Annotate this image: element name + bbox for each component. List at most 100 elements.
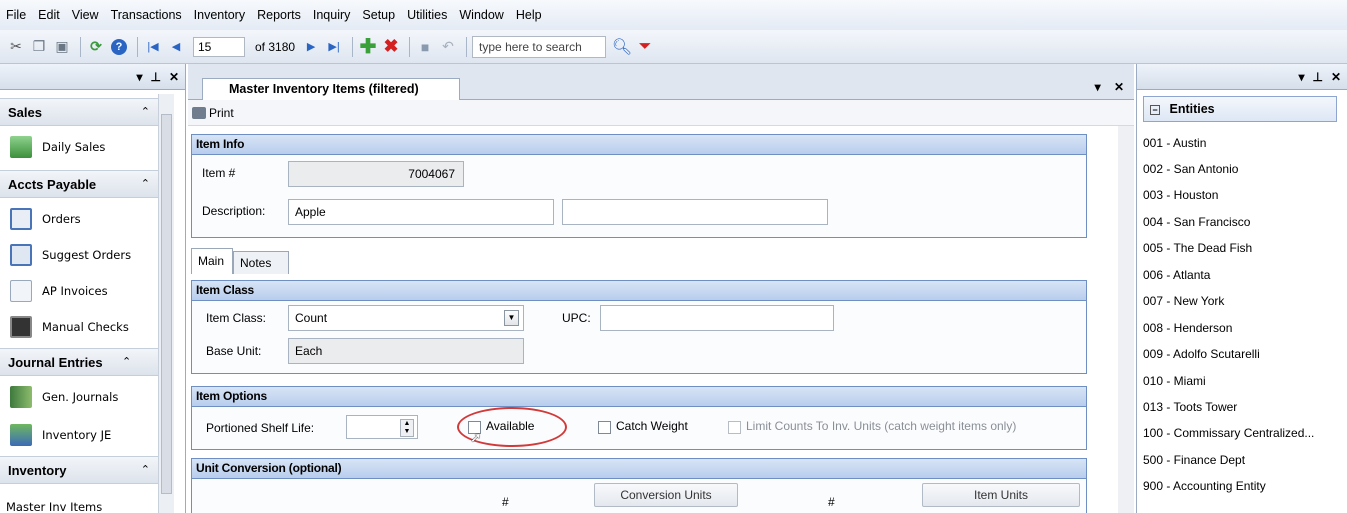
entity-item[interactable]: 002 - San Antonio — [1143, 162, 1339, 176]
entity-item[interactable]: 006 - Atlanta — [1143, 268, 1339, 282]
item-class-select[interactable]: Count ▼ — [288, 305, 524, 331]
nav-group-journal-entries[interactable]: Journal Entries ⌃ — [0, 348, 158, 376]
collapse-icon[interactable]: − — [1150, 104, 1160, 115]
menu-setup[interactable]: Setup — [362, 8, 395, 22]
nav-item-daily-sales[interactable]: Daily Sales — [0, 130, 158, 164]
previous-record-icon[interactable]: ◀ — [166, 37, 186, 57]
spinner-arrows-icon[interactable]: ▲ ▼ — [400, 419, 414, 437]
catch-weight-checkbox[interactable] — [598, 421, 611, 434]
search-input[interactable]: type here to search — [472, 35, 607, 58]
ap-invoices-icon — [10, 280, 32, 302]
nav-item-ap-invoices[interactable]: AP Invoices — [0, 274, 158, 308]
menu-utilities[interactable]: Utilities — [407, 8, 447, 22]
entity-item[interactable]: 100 - Commissary Centralized... — [1143, 426, 1339, 440]
delete-icon[interactable]: ✖ — [381, 36, 401, 57]
copy-icon[interactable]: ❐ — [29, 37, 49, 57]
next-record-icon[interactable]: ▶ — [301, 37, 321, 57]
tab-close-icon[interactable]: ✕ — [1114, 80, 1124, 94]
entity-item[interactable]: 009 - Adolfo Scutarelli — [1143, 347, 1339, 361]
menu-reports[interactable]: Reports — [257, 8, 301, 22]
item-class-title: Item Class — [192, 281, 1086, 301]
menu-help[interactable]: Help — [516, 8, 542, 22]
entity-item[interactable]: 001 - Austin — [1143, 136, 1339, 150]
menu-edit[interactable]: Edit — [38, 8, 60, 22]
panel-dropdown-icon[interactable]: ▾ — [136, 70, 142, 84]
chevron-down-icon[interactable]: ▼ — [504, 310, 519, 326]
toolbar-separator — [466, 36, 468, 57]
tab-notes[interactable]: Notes — [233, 251, 289, 274]
undo-icon[interactable]: ↶ — [438, 37, 458, 57]
last-record-icon[interactable]: ▶| — [324, 37, 344, 57]
entity-item[interactable]: 008 - Henderson — [1143, 321, 1339, 335]
entity-item[interactable]: 900 - Accounting Entity — [1143, 479, 1339, 493]
entity-item[interactable]: 007 - New York — [1143, 294, 1339, 308]
tab-dropdown-icon[interactable]: ▾ — [1095, 80, 1101, 94]
nav-item-label: Gen. Journals — [42, 390, 119, 404]
panel-close-icon[interactable]: ✕ — [169, 70, 179, 84]
entity-item[interactable]: 500 - Finance Dept — [1143, 453, 1339, 467]
upc-field[interactable] — [600, 305, 834, 331]
search-icon[interactable]: 🔍︎ — [612, 37, 632, 57]
nav-item-inventory-je[interactable]: Inventory JE — [0, 418, 158, 452]
menu-window[interactable]: Window — [459, 8, 503, 22]
record-number-field[interactable]: 15 — [193, 36, 245, 57]
conversion-units-header[interactable]: Conversion Units — [594, 483, 738, 507]
tab-main[interactable]: Main — [191, 248, 233, 274]
entity-item[interactable]: 004 - San Francisco — [1143, 215, 1339, 229]
panel-dropdown-icon[interactable]: ▾ — [1298, 70, 1304, 84]
item-units-header[interactable]: Item Units — [922, 483, 1080, 507]
collapse-chevron-icon[interactable]: ⌃ — [141, 463, 150, 476]
menu-inventory[interactable]: Inventory — [194, 8, 245, 22]
collapse-chevron-icon[interactable]: ⌃ — [141, 105, 150, 118]
catch-weight-label[interactable]: Catch Weight — [616, 419, 688, 433]
panel-close-icon[interactable]: ✕ — [1331, 70, 1341, 84]
shelf-life-spinner[interactable]: ▲ ▼ — [346, 415, 418, 439]
menu-inquiry[interactable]: Inquiry — [313, 8, 351, 22]
menu-file[interactable]: File — [6, 8, 26, 22]
entity-item[interactable]: 010 - Miami — [1143, 374, 1339, 388]
nav-item-label: Manual Checks — [42, 320, 129, 334]
toolbar-separator — [80, 36, 81, 57]
nav-item-gen-journals[interactable]: Gen. Journals — [0, 380, 158, 414]
add-icon[interactable]: ✚ — [358, 36, 378, 58]
document-scrollbar[interactable] — [1118, 126, 1134, 513]
cut-icon[interactable]: ✂ — [6, 37, 26, 57]
menu-transactions[interactable]: Transactions — [111, 8, 182, 22]
nav-group-sales[interactable]: Sales ⌃ — [0, 98, 158, 126]
panel-pin-icon[interactable]: ⊥ — [150, 70, 160, 84]
entity-item[interactable]: 003 - Houston — [1143, 188, 1339, 202]
save-icon[interactable]: ■ — [415, 37, 435, 57]
help-icon[interactable]: ? — [109, 37, 129, 57]
first-record-icon[interactable]: |◀ — [143, 37, 163, 57]
entities-header[interactable]: − Entities — [1143, 96, 1337, 122]
refresh-icon[interactable]: ⟳ — [86, 37, 106, 57]
tab-master-inventory-items[interactable]: Master Inventory Items (filtered) — [202, 78, 460, 100]
item-number-field[interactable]: 7004067 — [288, 161, 464, 187]
navigation-scrollbar[interactable] — [158, 94, 174, 513]
nav-group-inventory[interactable]: Inventory ⌃ — [0, 456, 158, 484]
base-unit-field[interactable]: Each — [288, 338, 524, 364]
menu-view[interactable]: View — [72, 8, 99, 22]
nav-item-orders[interactable]: Orders — [0, 202, 158, 236]
printer-icon[interactable] — [192, 106, 206, 119]
item-count-header: # — [828, 495, 835, 509]
orders-icon — [10, 208, 32, 230]
nav-group-accts-payable[interactable]: Accts Payable ⌃ — [0, 170, 158, 198]
limit-counts-label: Limit Counts To Inv. Units (catch weight… — [746, 419, 1017, 433]
scrollbar-thumb[interactable] — [161, 114, 172, 494]
collapse-chevron-icon[interactable]: ⌃ — [141, 177, 150, 190]
nav-item-master-inv-items[interactable]: Master Inv Items — [0, 490, 158, 513]
entity-item[interactable]: 013 - Toots Tower — [1143, 400, 1339, 414]
paste-icon[interactable]: ▣ — [52, 37, 72, 57]
description-field[interactable]: Apple — [288, 199, 554, 225]
print-button[interactable]: Print — [209, 106, 234, 120]
description-2-field[interactable] — [562, 199, 828, 225]
nav-item-suggest-orders[interactable]: Suggest Orders — [0, 238, 158, 272]
limit-counts-checkbox[interactable] — [728, 421, 741, 434]
nav-item-manual-checks[interactable]: Manual Checks — [0, 310, 158, 344]
collapse-chevron-icon[interactable]: ⌃ — [122, 355, 131, 368]
entity-item[interactable]: 005 - The Dead Fish — [1143, 241, 1339, 255]
filter-icon[interactable]: ⏷ — [635, 37, 655, 57]
panel-pin-icon[interactable]: ⊥ — [1312, 70, 1322, 84]
navigation-panel-caption: ▾ ⊥ ✕ — [0, 64, 185, 90]
